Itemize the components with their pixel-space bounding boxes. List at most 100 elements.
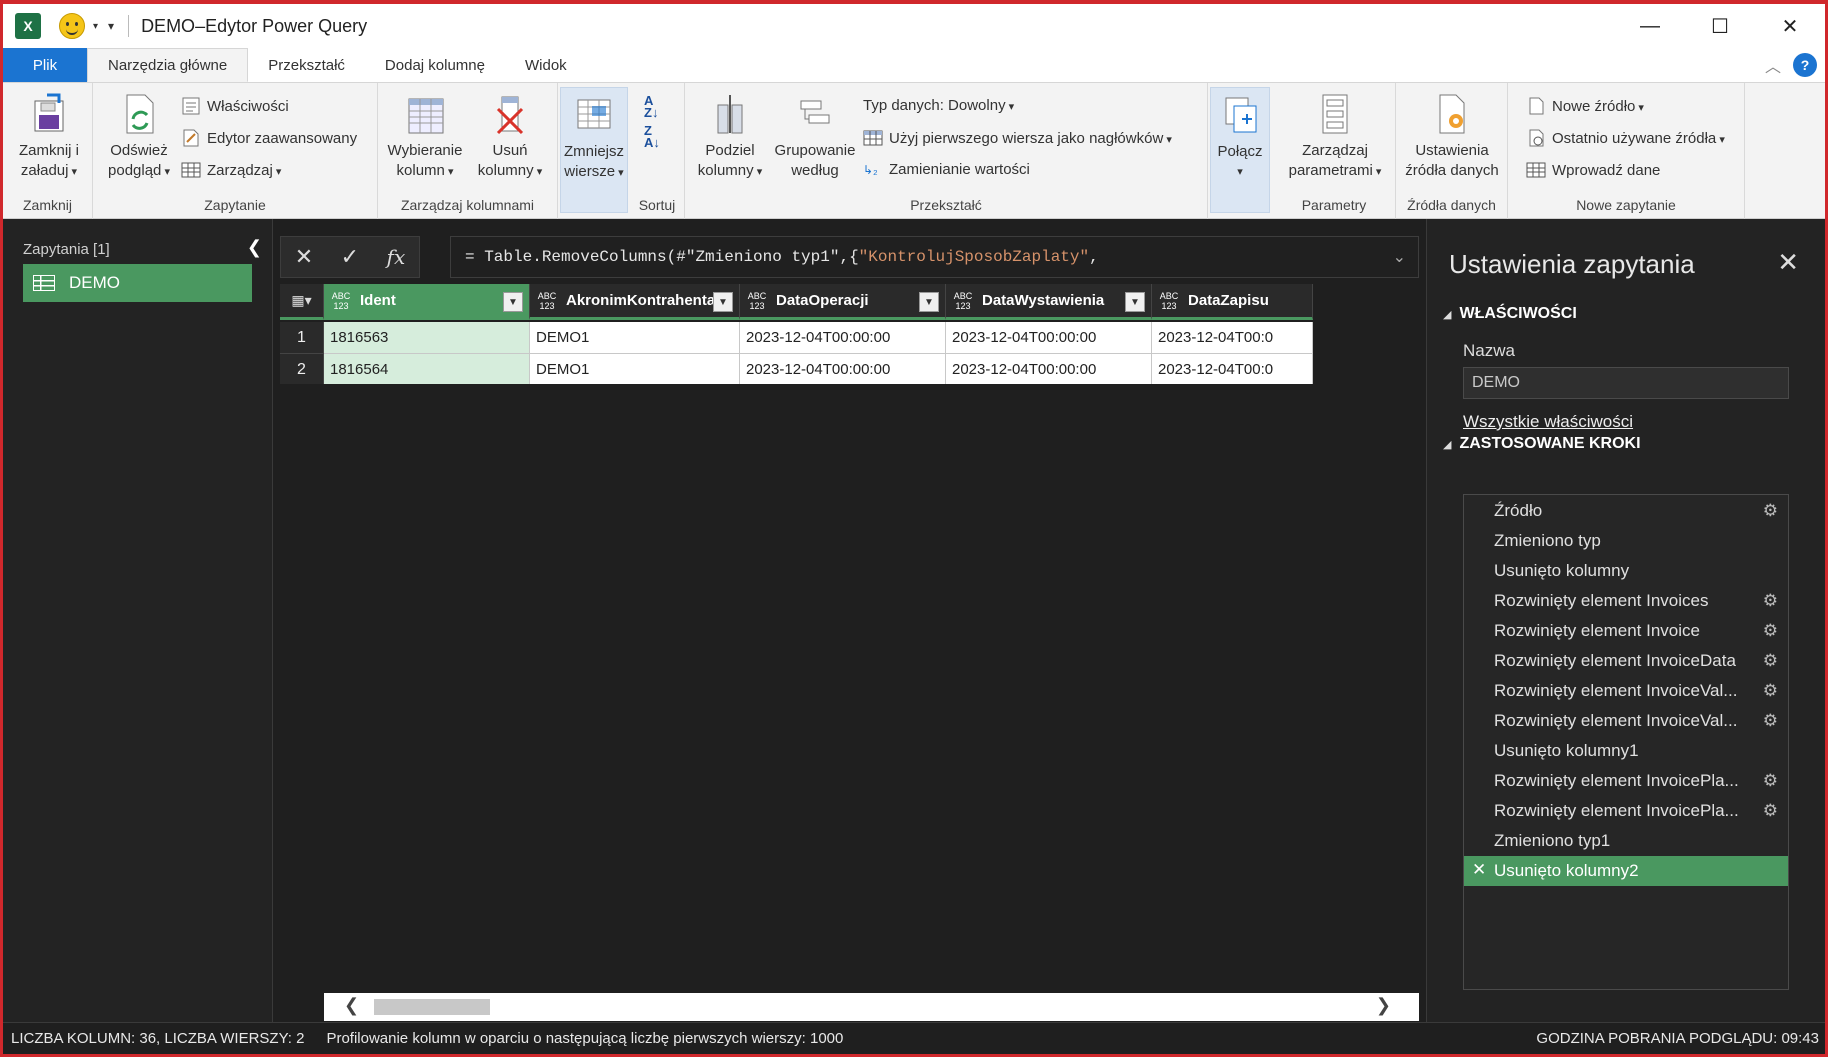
step-settings-gear-icon[interactable]: ⚙	[1763, 651, 1778, 671]
applied-step[interactable]: Zmieniono typ1	[1464, 826, 1788, 856]
filter-dropdown-icon[interactable]: ▼	[919, 292, 939, 312]
feedback-dropdown-icon[interactable]: ▾	[93, 21, 98, 32]
confirm-formula-icon[interactable]: ✓	[341, 244, 359, 270]
table-cell[interactable]: DEMO1	[530, 322, 740, 354]
table-row: 2 1816564 DEMO1 2023-12-04T00:00:00 2023…	[280, 354, 1313, 384]
filter-dropdown-icon[interactable]: ▼	[713, 292, 733, 312]
column-header-ident[interactable]: ABC 123 Ident ▼	[324, 284, 530, 320]
manage-parameters-button[interactable]: Zarządzaj parametrami	[1279, 91, 1391, 182]
row-number[interactable]: 2	[280, 354, 324, 384]
row-number[interactable]: 1	[280, 322, 324, 354]
queries-title: Zapytania [1]	[23, 241, 110, 258]
quick-access-customize-icon[interactable]: ▾	[108, 19, 114, 33]
table-cell[interactable]: 1816564	[324, 354, 530, 384]
combine-button[interactable]: Połącz ▾	[1210, 87, 1270, 213]
table-cell[interactable]: DEMO1	[530, 354, 740, 384]
group-query-label: Zapytanie	[204, 197, 266, 213]
scroll-right-icon[interactable]: ❯	[1376, 995, 1391, 1016]
delete-step-icon[interactable]: ✕	[1472, 860, 1486, 880]
collapse-pane-icon[interactable]: ❮	[247, 237, 262, 258]
query-name-input[interactable]: DEMO	[1463, 367, 1789, 399]
applied-step[interactable]: Usunięto kolumny	[1464, 556, 1788, 586]
choose-columns-button[interactable]: Wybieranie kolumn	[382, 91, 468, 182]
table-cell[interactable]: 2023-12-04T00:00:00	[946, 354, 1152, 384]
applied-step[interactable]: Usunięto kolumny1	[1464, 736, 1788, 766]
close-window-button[interactable]: ✕	[1755, 4, 1825, 48]
table-cell[interactable]: 2023-12-04T00:00:00	[740, 354, 946, 384]
column-header-datazapisu[interactable]: ABC 123 DataZapisu	[1152, 284, 1313, 320]
column-header-dataoperacji[interactable]: ABC 123 DataOperacji ▼	[740, 284, 946, 320]
table-cell[interactable]: 2023-12-04T00:0	[1152, 354, 1313, 384]
recent-sources-button[interactable]: Ostatnio używane źródła	[1526, 129, 1725, 147]
new-source-button[interactable]: Nowe źródło	[1526, 97, 1644, 115]
table-cell[interactable]: 2023-12-04T00:00:00	[946, 322, 1152, 354]
data-type-dropdown[interactable]: Typ danych: Dowolny	[863, 97, 1014, 114]
use-first-row-button[interactable]: Użyj pierwszego wiersza jako nagłówków	[863, 129, 1172, 147]
scrollbar-thumb[interactable]	[374, 999, 490, 1015]
replace-values-button[interactable]: ↳₂ Zamienianie wartości	[863, 161, 1030, 178]
step-settings-gear-icon[interactable]: ⚙	[1763, 771, 1778, 791]
applied-step[interactable]: Źródło ⚙	[1464, 496, 1788, 526]
column-header-datawystawienia[interactable]: ABC 123 DataWystawienia ▼	[946, 284, 1152, 320]
step-settings-gear-icon[interactable]: ⚙	[1763, 621, 1778, 641]
step-settings-gear-icon[interactable]: ⚙	[1763, 681, 1778, 701]
tab-view[interactable]: Widok	[505, 48, 587, 82]
manage-button[interactable]: Zarządzaj	[181, 161, 281, 179]
applied-step[interactable]: Rozwinięty element InvoiceVal... ⚙	[1464, 676, 1788, 706]
fx-icon[interactable]: fx	[387, 245, 406, 269]
applied-step[interactable]: Rozwinięty element Invoices ⚙	[1464, 586, 1788, 616]
close-and-load-button[interactable]: Zamknij i załaduj	[9, 91, 89, 182]
properties-button[interactable]: Właściwości	[181, 97, 289, 115]
maximize-button[interactable]: ☐	[1685, 4, 1755, 48]
applied-step[interactable]: ✕ Usunięto kolumny2	[1464, 856, 1788, 886]
feedback-smiley-icon[interactable]	[59, 13, 85, 39]
close-pane-icon[interactable]: ✕	[1777, 247, 1799, 278]
filter-dropdown-icon[interactable]: ▼	[1125, 292, 1145, 312]
applied-step[interactable]: Rozwinięty element Invoice ⚙	[1464, 616, 1788, 646]
step-settings-gear-icon[interactable]: ⚙	[1763, 501, 1778, 521]
query-item-demo[interactable]: DEMO	[23, 264, 252, 302]
step-settings-gear-icon[interactable]: ⚙	[1763, 801, 1778, 821]
tab-file[interactable]: Plik	[3, 48, 87, 82]
reduce-rows-button[interactable]: Zmniejsz wiersze	[560, 87, 628, 213]
tab-add-column[interactable]: Dodaj kolumnę	[365, 48, 505, 82]
table-cell[interactable]: 2023-12-04T00:0	[1152, 322, 1313, 354]
applied-step[interactable]: Rozwinięty element InvoiceVal... ⚙	[1464, 706, 1788, 736]
advanced-editor-button[interactable]: Edytor zaawansowany	[181, 129, 357, 147]
all-properties-link[interactable]: Wszystkie właściwości	[1463, 412, 1633, 432]
help-icon[interactable]: ?	[1793, 53, 1817, 77]
applied-steps-header[interactable]: ◢ ZASTOSOWANE KROKI	[1443, 435, 1641, 453]
applied-step[interactable]: Zmieniono typ	[1464, 526, 1788, 556]
collapse-ribbon-icon[interactable]: ︿	[1765, 53, 1781, 77]
table-menu-icon[interactable]: ▦▾	[280, 284, 324, 320]
applied-step[interactable]: Rozwinięty element InvoiceData ⚙	[1464, 646, 1788, 676]
step-settings-gear-icon[interactable]: ⚙	[1763, 591, 1778, 611]
sort-ascending-button[interactable]: A Z↓	[644, 94, 670, 121]
data-source-settings-button[interactable]: Ustawienia źródła danych	[1400, 91, 1504, 181]
minimize-button[interactable]: —	[1615, 4, 1685, 48]
properties-section-header[interactable]: ◢ WŁAŚCIWOŚCI	[1443, 305, 1577, 323]
horizontal-scrollbar[interactable]: ❮ ❯	[324, 993, 1419, 1021]
split-column-button[interactable]: Podziel kolumny	[693, 91, 767, 182]
applied-step[interactable]: Rozwinięty element InvoicePla... ⚙	[1464, 796, 1788, 826]
formula-input[interactable]: = Table.RemoveColumns(#"Zmieniono typ1",…	[450, 236, 1419, 278]
group-by-button[interactable]: Grupowanie według	[769, 91, 861, 181]
tab-transform[interactable]: Przekształć	[248, 48, 365, 82]
new-source-icon	[1529, 97, 1544, 115]
table-cell[interactable]: 1816563	[324, 322, 530, 354]
sort-descending-button[interactable]: Z A↓	[644, 124, 670, 151]
column-header-akronim[interactable]: ABC 123 AkronimKontrahenta ▼	[530, 284, 740, 320]
remove-columns-button[interactable]: Usuń kolumny	[472, 91, 548, 182]
ribbon-tabs: Plik Narzędzia główne Przekształć Dodaj …	[3, 48, 1825, 82]
table-cell[interactable]: 2023-12-04T00:00:00	[740, 322, 946, 354]
scroll-left-icon[interactable]: ❮	[344, 995, 359, 1016]
applied-step[interactable]: Rozwinięty element InvoicePla... ⚙	[1464, 766, 1788, 796]
filter-dropdown-icon[interactable]: ▼	[503, 292, 523, 312]
tab-home[interactable]: Narzędzia główne	[87, 48, 249, 82]
step-settings-gear-icon[interactable]: ⚙	[1763, 711, 1778, 731]
refresh-preview-button[interactable]: Odśwież podgląd	[101, 91, 177, 182]
expand-formula-icon[interactable]: ⌄	[1393, 247, 1406, 266]
enter-data-button[interactable]: Wprowadź dane	[1526, 161, 1660, 179]
cancel-formula-icon[interactable]: ✕	[295, 244, 313, 270]
status-profiling[interactable]: Profilowanie kolumn w oparciu o następuj…	[326, 1030, 843, 1047]
